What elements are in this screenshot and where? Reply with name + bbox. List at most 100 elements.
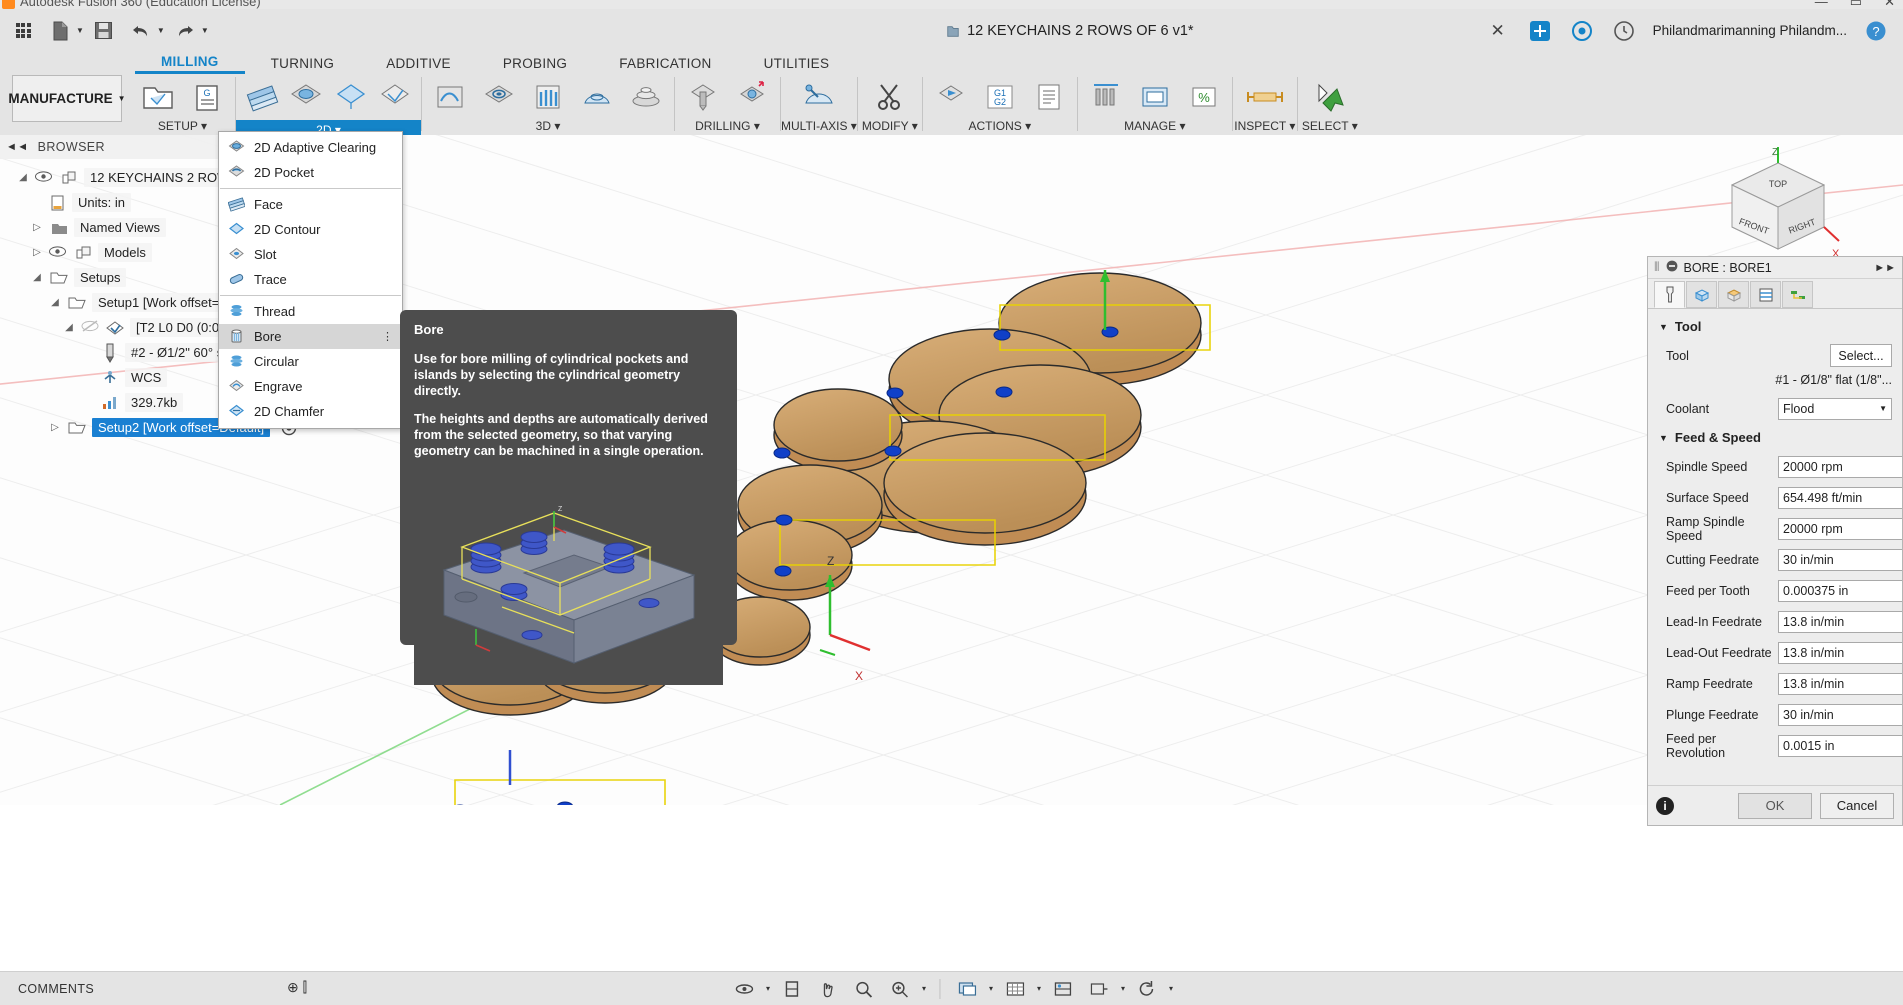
comments-label[interactable]: COMMENTS: [0, 982, 94, 996]
tab-utilities[interactable]: UTILITIES: [738, 52, 856, 74]
ribbon-group-manage-label[interactable]: MANAGE ▾: [1124, 119, 1185, 135]
plunge-feedrate-input[interactable]: [1778, 703, 1902, 726]
select-cursor-icon[interactable]: [1302, 74, 1358, 119]
face-op-icon[interactable]: [240, 74, 284, 119]
undo-icon[interactable]: [124, 14, 158, 48]
new-file-icon[interactable]: [43, 14, 77, 48]
grid-menu-icon[interactable]: [6, 14, 40, 48]
chevron-right-icon[interactable]: ▷: [48, 422, 62, 433]
drill-icon[interactable]: [679, 74, 727, 119]
surface-speed-input[interactable]: [1778, 486, 1902, 509]
feed-per-tooth-input[interactable]: [1778, 579, 1902, 602]
orbit-caret-icon[interactable]: ▾: [766, 984, 770, 993]
close-document-icon[interactable]: ✕: [1485, 18, 1511, 44]
menu-item-circular[interactable]: Circular: [219, 349, 402, 374]
parallel-3d-icon[interactable]: [524, 74, 572, 119]
tab-linking[interactable]: [1782, 281, 1813, 308]
tool-select-button[interactable]: Select...: [1830, 344, 1892, 367]
tab-turning[interactable]: TURNING: [245, 52, 361, 74]
tool-library-icon[interactable]: [1082, 74, 1130, 119]
post-process-g1g2-icon[interactable]: G1 G2: [976, 74, 1024, 119]
expand-arrow-icon[interactable]: ◢: [48, 297, 62, 308]
refresh-caret-icon[interactable]: ▾: [1169, 984, 1173, 993]
menu-item-2d-pocket[interactable]: 2D Pocket: [219, 160, 402, 185]
spindle-speed-input[interactable]: [1778, 455, 1902, 478]
menu-item-engrave[interactable]: Engrave: [219, 374, 402, 399]
multiaxis-icon[interactable]: [791, 74, 847, 119]
zoom-caret-icon[interactable]: ▾: [922, 984, 926, 993]
section-tool-header[interactable]: ▼ Tool: [1648, 313, 1902, 340]
menu-item-overflow-icon[interactable]: ⋮: [382, 331, 393, 342]
tab-milling[interactable]: MILLING: [135, 52, 245, 74]
help-ring-icon[interactable]: [1569, 18, 1595, 44]
info-icon[interactable]: i: [1656, 796, 1674, 815]
orbit-icon[interactable]: [730, 976, 758, 1002]
setup-new-setup-icon[interactable]: [134, 74, 182, 119]
menu-item-2d-chamfer[interactable]: 2D Chamfer: [219, 399, 402, 424]
expand-right-icon[interactable]: ►►: [1874, 262, 1896, 274]
add-comment-icon[interactable]: ⊕ ⫿: [287, 979, 307, 996]
help-icon[interactable]: ?: [1863, 18, 1889, 44]
add-tab-icon[interactable]: [1527, 18, 1553, 44]
visibility-hidden-icon[interactable]: [81, 320, 100, 335]
ribbon-group-3d-label[interactable]: 3D ▾: [536, 119, 561, 135]
lead-out-feedrate-input[interactable]: [1778, 641, 1902, 664]
cancel-button[interactable]: Cancel: [1820, 792, 1894, 819]
pan-icon[interactable]: [814, 976, 842, 1002]
ramp-spindle-speed-input[interactable]: [1778, 517, 1902, 540]
save-icon[interactable]: [87, 14, 121, 48]
menu-item-slot[interactable]: Slot: [219, 242, 402, 267]
ramp-feedrate-input[interactable]: [1778, 672, 1902, 695]
clock-icon[interactable]: [1611, 18, 1637, 44]
measure-icon[interactable]: [1237, 74, 1293, 119]
lead-in-feedrate-input[interactable]: [1778, 610, 1902, 633]
chevron-right-icon[interactable]: ▷: [30, 222, 44, 233]
user-account-name[interactable]: Philandmarimanning Philandm...: [1653, 23, 1847, 38]
look-at-icon[interactable]: [778, 976, 806, 1002]
new-file-caret-icon[interactable]: ▼: [76, 26, 84, 35]
scallop-3d-icon[interactable]: [573, 74, 621, 119]
menu-item-thread[interactable]: Thread: [219, 299, 402, 324]
expand-arrow-icon[interactable]: ◢: [62, 322, 76, 333]
effects-caret-icon[interactable]: ▾: [1121, 984, 1125, 993]
scissors-icon[interactable]: [862, 74, 918, 119]
zoom-window-icon[interactable]: [850, 976, 878, 1002]
menu-item-2d-adaptive-clearing[interactable]: 2D Adaptive Clearing: [219, 135, 402, 160]
ribbon-group-actions-label[interactable]: ACTIONS ▾: [968, 119, 1031, 135]
ribbon-group-multiaxis-label[interactable]: MULTI-AXIS ▾: [781, 119, 857, 135]
slot-op-icon[interactable]: [374, 74, 418, 119]
effects-icon[interactable]: [1085, 976, 1113, 1002]
display-settings-icon[interactable]: [953, 976, 981, 1002]
refresh-icon[interactable]: [1133, 976, 1161, 1002]
menu-item-face[interactable]: Face: [219, 192, 402, 217]
ribbon-group-setup-label[interactable]: SETUP ▾: [158, 119, 207, 135]
grid-snap-icon[interactable]: [1001, 976, 1029, 1002]
tab-geometry[interactable]: [1686, 281, 1717, 308]
collapse-left-icon[interactable]: ◄◄: [6, 141, 29, 153]
view-cube[interactable]: TOP FRONT RIGHT Z X: [1708, 145, 1848, 270]
menu-item-trace[interactable]: Trace: [219, 267, 402, 292]
viewports-icon[interactable]: [1049, 976, 1077, 1002]
section-feed-speed-header[interactable]: ▼ Feed & Speed: [1648, 424, 1902, 451]
visibility-eye-icon[interactable]: [35, 170, 54, 185]
undo-caret-icon[interactable]: ▼: [157, 26, 165, 35]
menu-item-2d-contour[interactable]: 2D Contour: [219, 217, 402, 242]
cutting-feedrate-input[interactable]: [1778, 548, 1902, 571]
bore-drill-icon[interactable]: [728, 74, 776, 119]
coolant-select[interactable]: Flood ▼: [1778, 397, 1892, 420]
tab-tool[interactable]: [1654, 281, 1685, 308]
tab-passes[interactable]: [1750, 281, 1781, 308]
tab-probing[interactable]: PROBING: [477, 52, 593, 74]
feed-per-revolution-input[interactable]: [1778, 734, 1902, 757]
chevron-right-icon[interactable]: ▷: [30, 247, 44, 258]
menu-item-bore[interactable]: Bore ⋮: [219, 324, 402, 349]
ribbon-group-drilling-label[interactable]: DRILLING ▾: [695, 119, 760, 135]
machine-library-icon[interactable]: [1131, 74, 1179, 119]
minimize-operation-icon[interactable]: [1666, 260, 1678, 275]
tab-additive[interactable]: ADDITIVE: [360, 52, 477, 74]
ribbon-group-select-label[interactable]: SELECT ▾: [1302, 119, 1358, 135]
expand-arrow-icon[interactable]: ◢: [16, 172, 30, 183]
visibility-eye-icon[interactable]: [49, 245, 68, 260]
panel-grip-icon[interactable]: ⦀: [1654, 260, 1660, 275]
display-caret-icon[interactable]: ▾: [989, 984, 993, 993]
